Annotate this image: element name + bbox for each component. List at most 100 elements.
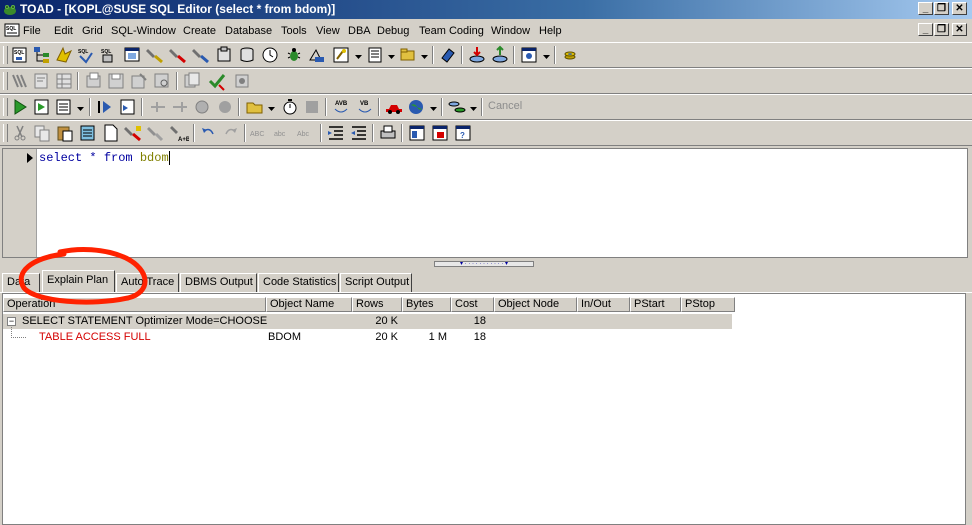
uppercase-icon[interactable]: ABC bbox=[250, 123, 270, 143]
flashlight-red-icon[interactable] bbox=[168, 45, 188, 65]
commit-check-icon[interactable] bbox=[207, 71, 227, 91]
toad-app-icon[interactable] bbox=[3, 2, 17, 16]
grid-window-icon[interactable] bbox=[407, 123, 427, 143]
vb-script-icon[interactable]: AVB bbox=[331, 97, 351, 117]
unindent-icon[interactable] bbox=[349, 123, 369, 143]
toolbar-grip[interactable] bbox=[3, 98, 8, 116]
redo-icon[interactable] bbox=[221, 123, 241, 143]
col-pstop[interactable]: PStop bbox=[681, 297, 735, 312]
import-icon[interactable] bbox=[467, 45, 487, 65]
lowercase-icon[interactable]: abc bbox=[274, 123, 294, 143]
report-icon[interactable] bbox=[365, 45, 385, 65]
indent-icon[interactable] bbox=[326, 123, 346, 143]
database-icon[interactable] bbox=[237, 45, 257, 65]
col-cost[interactable]: Cost bbox=[451, 297, 494, 312]
export-icon[interactable] bbox=[490, 45, 510, 65]
execute-statement-icon[interactable] bbox=[10, 97, 30, 117]
menu-team-coding[interactable]: Team Coding bbox=[419, 24, 484, 38]
wizard-icon[interactable] bbox=[331, 45, 351, 65]
tab-code-statistics[interactable]: Code Statistics bbox=[258, 273, 339, 292]
mdi-restore-button[interactable]: ❐ bbox=[934, 23, 949, 36]
grid-icon[interactable] bbox=[54, 71, 74, 91]
save-file-icon[interactable] bbox=[106, 71, 126, 91]
stop-icon[interactable] bbox=[302, 97, 322, 117]
col-operation[interactable]: Operation bbox=[3, 297, 266, 312]
connections-dropdown-icon[interactable] bbox=[470, 103, 477, 111]
menu-sql-window[interactable]: SQL-Window bbox=[111, 24, 176, 38]
window-list-icon[interactable] bbox=[519, 45, 539, 65]
schema-browser-icon[interactable] bbox=[32, 45, 52, 65]
open-dropdown-icon[interactable] bbox=[268, 103, 275, 111]
menu-create[interactable]: Create bbox=[183, 24, 216, 38]
print-preview-icon[interactable] bbox=[152, 71, 172, 91]
sql-text[interactable]: select * from bdom bbox=[39, 151, 170, 166]
connections-icon[interactable] bbox=[447, 97, 467, 117]
table-row[interactable]: − SELECT STATEMENT Optimizer Mode=CHOOSE… bbox=[3, 314, 732, 329]
find-icon[interactable] bbox=[123, 123, 143, 143]
history-icon[interactable] bbox=[182, 71, 202, 91]
menu-database[interactable]: Database bbox=[225, 24, 272, 38]
format-code-icon[interactable] bbox=[32, 71, 52, 91]
rollback-icon[interactable] bbox=[232, 71, 252, 91]
copy-icon[interactable] bbox=[32, 123, 52, 143]
project-manager-icon[interactable] bbox=[398, 45, 418, 65]
menu-file[interactable]: File bbox=[23, 24, 41, 38]
menu-view[interactable]: View bbox=[316, 24, 340, 38]
tab-data[interactable]: Data bbox=[2, 273, 40, 292]
cancel-button[interactable]: Cancel bbox=[488, 100, 522, 112]
table-row[interactable]: TABLE ACCESS FULL BDOM 20 K 1 M 18 bbox=[3, 327, 732, 345]
tab-dbms-output[interactable]: DBMS Output bbox=[180, 273, 257, 292]
flashlight-icon[interactable] bbox=[145, 45, 165, 65]
window-list-dropdown-icon[interactable] bbox=[543, 51, 550, 59]
trace-out-icon[interactable] bbox=[170, 97, 190, 117]
session-browser-icon[interactable] bbox=[122, 45, 142, 65]
sql-modeler-icon[interactable] bbox=[54, 45, 74, 65]
menu-dba[interactable]: DBA bbox=[348, 24, 371, 38]
menu-window[interactable]: Window bbox=[491, 24, 530, 38]
paste-icon[interactable] bbox=[55, 123, 75, 143]
open-folder-icon[interactable] bbox=[245, 97, 265, 117]
editor-results-splitter[interactable]: ▾ · · · · · · · · · · · ▾ bbox=[0, 258, 972, 270]
report-dropdown-icon[interactable] bbox=[388, 51, 395, 59]
car-icon[interactable] bbox=[384, 97, 404, 117]
tab-script-output[interactable]: Script Output bbox=[340, 273, 412, 292]
menu-edit[interactable]: Edit bbox=[54, 24, 73, 38]
col-in-out[interactable]: In/Out bbox=[577, 297, 630, 312]
menu-grid[interactable]: Grid bbox=[82, 24, 103, 38]
save-as-icon[interactable] bbox=[129, 71, 149, 91]
window-minimize-button[interactable]: _ bbox=[918, 2, 933, 15]
mdi-minimize-button[interactable]: _ bbox=[918, 23, 933, 36]
flashlight-blue-icon[interactable] bbox=[191, 45, 211, 65]
help-window-icon[interactable]: ? bbox=[453, 123, 473, 143]
trace-into-icon[interactable] bbox=[148, 97, 168, 117]
window-close-button[interactable]: ✕ bbox=[952, 2, 967, 15]
sql-connect-icon[interactable]: SQL bbox=[98, 45, 118, 65]
col-pstart[interactable]: PStart bbox=[630, 297, 681, 312]
eraser-icon[interactable] bbox=[438, 45, 458, 65]
project-dropdown-icon[interactable] bbox=[421, 51, 428, 59]
procedure-editor-icon[interactable]: SQL bbox=[76, 45, 96, 65]
cube-icon[interactable] bbox=[214, 45, 234, 65]
tab-explain-plan[interactable]: Explain Plan bbox=[42, 270, 115, 292]
globe-dropdown-icon[interactable] bbox=[430, 103, 437, 111]
globe-icon[interactable] bbox=[406, 97, 426, 117]
data-window-icon[interactable] bbox=[430, 123, 450, 143]
toolbar-grip[interactable] bbox=[3, 46, 8, 64]
run-to-cursor-icon[interactable] bbox=[118, 97, 138, 117]
menu-help[interactable]: Help bbox=[539, 24, 562, 38]
clock-icon[interactable] bbox=[260, 45, 280, 65]
halt-icon[interactable] bbox=[192, 97, 212, 117]
toolbar-grip[interactable] bbox=[3, 72, 8, 90]
stop-watch-icon[interactable] bbox=[280, 97, 300, 117]
window-restore-button[interactable]: ❐ bbox=[934, 2, 949, 15]
explain-icon[interactable] bbox=[307, 45, 327, 65]
new-sql-editor-icon[interactable]: SQL bbox=[10, 45, 30, 65]
bookmarks-icon[interactable] bbox=[10, 71, 30, 91]
mdi-close-button[interactable]: ✕ bbox=[952, 23, 967, 36]
load-file-icon[interactable] bbox=[84, 71, 104, 91]
breakpoint-icon[interactable] bbox=[215, 97, 235, 117]
vb-macro-icon[interactable]: VB bbox=[355, 97, 375, 117]
replace-icon[interactable]: A+B bbox=[169, 123, 191, 143]
step-over-icon[interactable] bbox=[95, 97, 115, 117]
select-all-icon[interactable] bbox=[78, 123, 98, 143]
